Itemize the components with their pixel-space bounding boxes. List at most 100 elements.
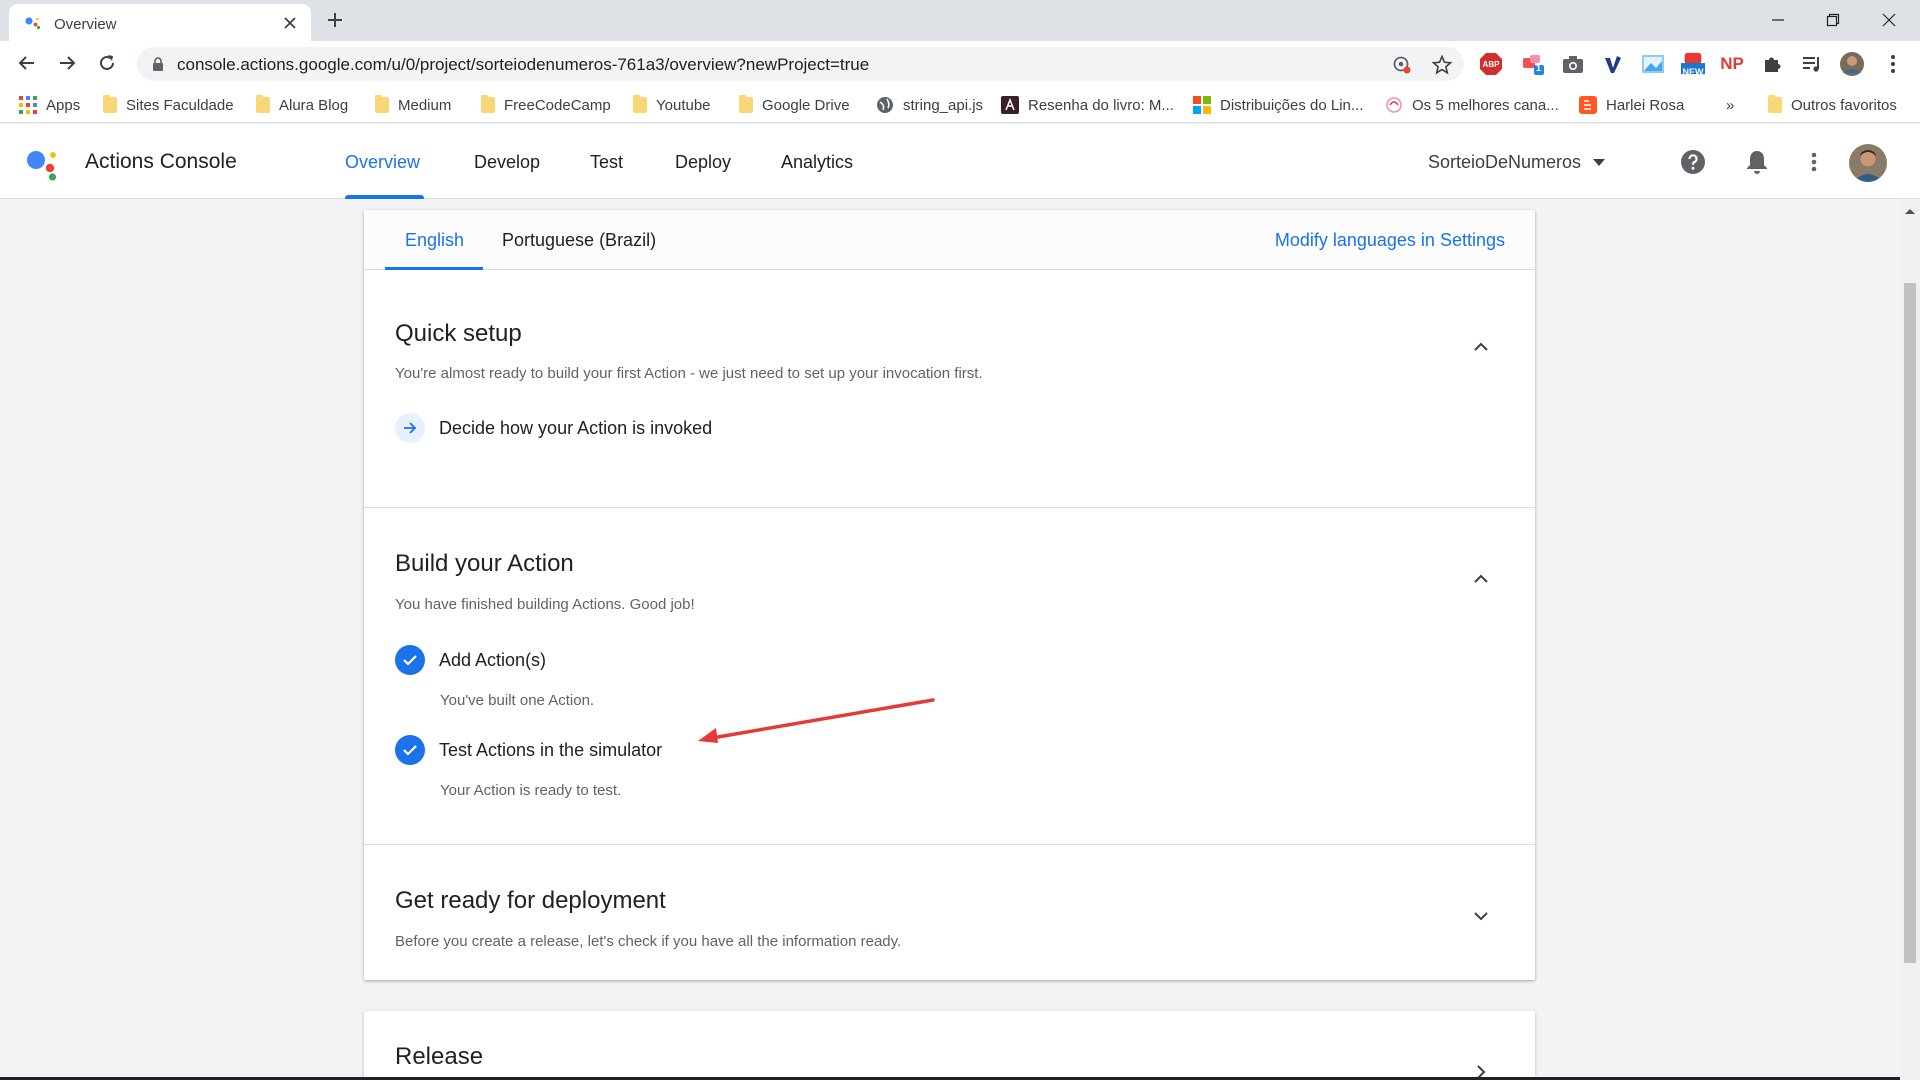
lang-tab-portuguese[interactable]: Portuguese (Brazil) xyxy=(502,230,656,251)
back-arrow-icon[interactable] xyxy=(16,52,38,74)
nav-tab-analytics[interactable]: Analytics xyxy=(781,152,853,173)
bookmark-alura-blog[interactable]: Alura Blog xyxy=(256,95,348,115)
chevron-double-right-icon: » xyxy=(1726,96,1735,114)
bookmark-star-icon[interactable] xyxy=(1431,54,1453,76)
adblock-extension-icon[interactable]: ABP xyxy=(1478,51,1504,77)
site-icon xyxy=(1386,97,1402,113)
restore-icon xyxy=(1826,13,1840,27)
bookmark-medium[interactable]: Medium xyxy=(375,95,451,115)
bookmark-freecodecamp[interactable]: FreeCodeCamp xyxy=(481,95,611,115)
bookmark-label: Google Drive xyxy=(762,96,850,114)
nav-tab-test[interactable]: Test xyxy=(590,152,623,173)
step-label: Decide how your Action is invoked xyxy=(439,417,713,438)
address-bar[interactable]: console.actions.google.com/u/0/project/s… xyxy=(137,47,1464,81)
browser-tab[interactable]: Overview xyxy=(9,4,311,41)
bookmark-youtube[interactable]: Youtube xyxy=(633,95,711,115)
reading-list-icon[interactable] xyxy=(1799,51,1825,77)
step-description: You've built one Action. xyxy=(440,692,595,709)
globe-icon xyxy=(877,97,893,113)
more-vert-icon xyxy=(1811,152,1817,172)
bookmark-os-5-melhores[interactable]: Os 5 melhores cana... xyxy=(1385,95,1559,115)
nav-tab-develop[interactable]: Develop xyxy=(474,152,540,173)
folder-icon xyxy=(103,95,117,113)
build-action-section: Build your Action You have finished buil… xyxy=(364,508,1535,845)
step-test-simulator[interactable]: Test Actions in the simulator xyxy=(395,735,662,765)
chevron-down-icon[interactable] xyxy=(1470,905,1492,927)
bookmark-distribuicoes[interactable]: Distribuições do Lin... xyxy=(1193,95,1363,115)
modify-languages-link[interactable]: Modify languages in Settings xyxy=(1275,230,1505,251)
bookmark-label: Harlei Rosa xyxy=(1606,96,1685,114)
step-add-actions[interactable]: Add Action(s) xyxy=(395,645,546,675)
translate-icon[interactable] xyxy=(1391,54,1413,76)
release-card: Release xyxy=(364,1011,1535,1080)
google-assistant-logo-icon xyxy=(27,151,57,181)
camera-extension-icon[interactable] xyxy=(1560,51,1586,77)
chevron-up-icon[interactable] xyxy=(1470,568,1492,590)
project-selector[interactable]: SorteioDeNumeros xyxy=(1428,152,1606,173)
notify-extension-icon[interactable]: 1 xyxy=(1520,51,1546,77)
bookmark-apps[interactable]: Apps xyxy=(19,95,80,115)
bookmark-resenha[interactable]: Resenha do livro: M... xyxy=(1001,95,1174,115)
bell-icon xyxy=(1747,151,1767,174)
new-badge-label: NEW xyxy=(1682,67,1704,77)
browser-menu-icon[interactable] xyxy=(1880,51,1906,77)
forward-arrow-icon[interactable] xyxy=(56,52,78,74)
bookmark-label: Resenha do livro: M... xyxy=(1028,96,1174,114)
bookmarks-overflow-button[interactable]: » xyxy=(1726,95,1734,115)
bookmark-outros-favoritos[interactable]: Outros favoritos xyxy=(1768,95,1897,115)
build-action-title: Build your Action xyxy=(395,550,574,577)
step-label: Add Action(s) xyxy=(439,649,547,670)
screenshot-extension-icon[interactable] xyxy=(1640,51,1666,77)
abp-label: ABP xyxy=(1482,59,1500,69)
blogger-icon xyxy=(1579,96,1597,114)
bookmark-harlei-rosa[interactable]: Harlei Rosa xyxy=(1579,95,1684,115)
minimize-window-button[interactable] xyxy=(1755,6,1801,34)
app-title: Actions Console xyxy=(85,150,237,173)
lang-tab-english[interactable]: English xyxy=(405,230,464,251)
nav-tab-overview[interactable]: Overview xyxy=(345,152,420,173)
quick-setup-section: Quick setup You're almost ready to build… xyxy=(364,270,1535,508)
vimeo-extension-icon[interactable] xyxy=(1600,51,1626,77)
check-circle-icon xyxy=(395,735,425,765)
folder-icon xyxy=(481,95,495,113)
annotation-arrow-icon xyxy=(698,698,935,743)
more-options-button[interactable] xyxy=(1800,148,1828,176)
scrollbar-thumb[interactable] xyxy=(1904,283,1916,963)
build-action-subtitle: You have finished building Actions. Good… xyxy=(395,596,695,613)
reload-icon[interactable] xyxy=(96,52,118,74)
bookmark-label: Alura Blog xyxy=(279,96,349,114)
extensions-puzzle-icon[interactable] xyxy=(1759,51,1785,77)
avatar-image-icon xyxy=(1849,144,1887,182)
new-tab-icon[interactable] xyxy=(325,10,345,30)
folder-icon xyxy=(256,95,270,113)
bookmark-string-api[interactable]: string_api.js xyxy=(876,95,983,115)
close-icon xyxy=(1882,13,1896,27)
deployment-section: Get ready for deployment Before you crea… xyxy=(364,845,1535,980)
bookmark-google-drive[interactable]: Google Drive xyxy=(739,95,850,115)
bookmark-label: Youtube xyxy=(656,96,711,114)
restore-window-button[interactable] xyxy=(1810,6,1856,34)
step-description: Your Action is ready to test. xyxy=(440,782,622,799)
language-tabs: English Portuguese (Brazil) Modify langu… xyxy=(364,210,1535,270)
notification-count-badge: 1 xyxy=(1536,63,1542,73)
account-avatar[interactable] xyxy=(1849,144,1887,182)
profile-avatar-icon[interactable] xyxy=(1839,51,1865,77)
quick-setup-title: Quick setup xyxy=(395,320,522,347)
bookmark-label: Apps xyxy=(46,96,81,114)
new-extension-icon[interactable]: NEW xyxy=(1680,51,1706,77)
np-extension-icon[interactable]: NP xyxy=(1719,51,1745,77)
close-tab-icon[interactable] xyxy=(281,14,299,32)
folder-icon xyxy=(739,95,753,113)
active-tab-indicator xyxy=(345,195,424,199)
chevron-up-icon[interactable] xyxy=(1470,336,1492,358)
scroll-up-arrow-icon[interactable] xyxy=(1903,206,1917,216)
quick-setup-subtitle: You're almost ready to build your first … xyxy=(395,365,983,382)
bookmark-sites-faculdade[interactable]: Sites Faculdade xyxy=(103,95,234,115)
nav-tab-deploy[interactable]: Deploy xyxy=(675,152,731,173)
step-decide-invocation[interactable]: Decide how your Action is invoked xyxy=(395,413,712,443)
project-name: SorteioDeNumeros xyxy=(1428,152,1582,172)
help-button[interactable] xyxy=(1679,148,1707,176)
browser-tab-strip: Overview xyxy=(0,0,1920,41)
notifications-button[interactable] xyxy=(1743,148,1771,176)
close-window-button[interactable] xyxy=(1866,6,1912,34)
